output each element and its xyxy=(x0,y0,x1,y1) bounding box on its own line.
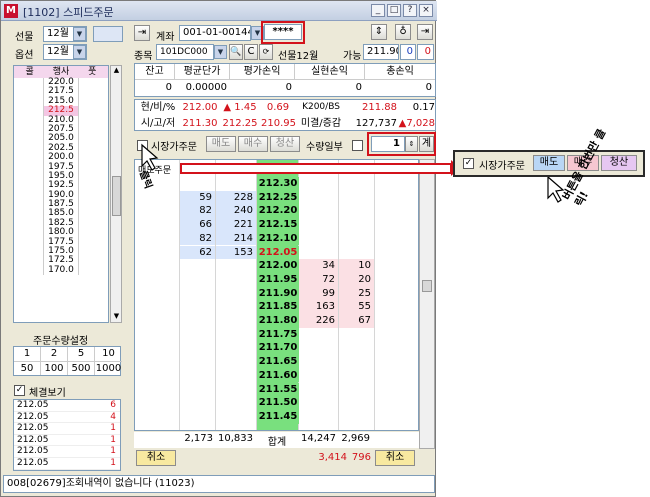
zoom-market-label: 시장가주문 xyxy=(479,161,525,172)
zoomed-controls: ✓ 시장가주문 매도 매수 청산 xyxy=(453,150,645,177)
cursor-icon xyxy=(141,143,159,171)
zoom-sell-button: 매도 xyxy=(533,155,565,171)
annotation-layer xyxy=(141,143,565,203)
cursor-icon xyxy=(547,175,565,203)
zoom-market-checkbox: ✓ xyxy=(463,158,474,169)
callout-arrow-body xyxy=(180,163,452,174)
